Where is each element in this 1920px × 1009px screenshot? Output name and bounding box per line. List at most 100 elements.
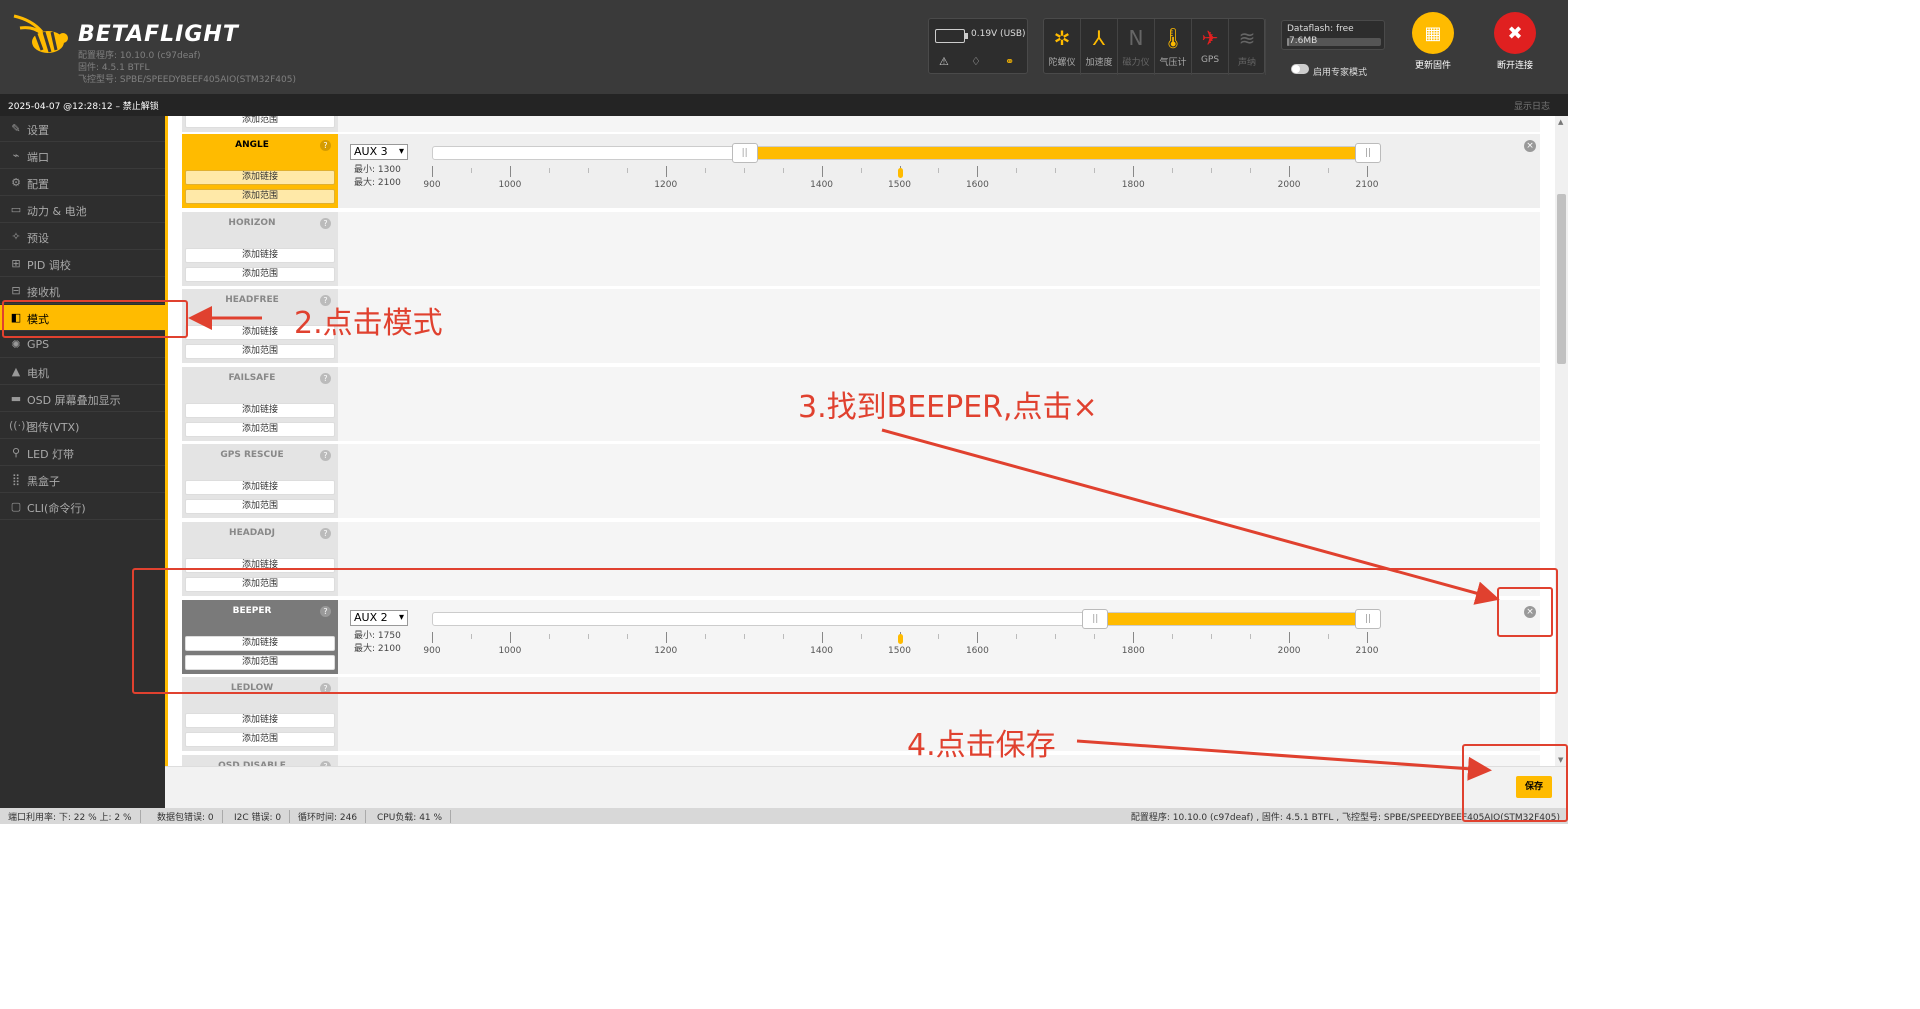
range-min-value: 1300: [377, 165, 401, 175]
tick-mark: [509, 166, 511, 177]
sidebar-item-2[interactable]: ⚙ 配置: [0, 170, 165, 196]
chip-icon: ▦: [1412, 12, 1454, 54]
tick-mark: [1055, 168, 1057, 173]
sidebar-item-5[interactable]: ⊞ PID 调校: [0, 251, 165, 277]
aux-channel-select[interactable]: AUX 3: [350, 144, 408, 160]
battery-status: 0.19V (USB) ⚠ ♢ ⚭: [928, 18, 1028, 74]
config-version: 配置程序: 10.10.0 (c97deaf): [78, 51, 201, 61]
channel-position-marker: [897, 168, 903, 178]
tick-mark: [626, 168, 628, 173]
firmware-version: 固件: 4.5.1 BTFL: [78, 63, 150, 73]
i2c-errors: I2C 错误: 0: [226, 810, 291, 823]
tick-mark: [1016, 168, 1018, 173]
sidebar-item-4[interactable]: ✧ 预设: [0, 224, 165, 250]
add-link-button[interactable]: 添加链接: [185, 247, 335, 263]
sidebar-item-label: PID 调校: [27, 259, 71, 272]
add-link-button[interactable]: 添加链接: [185, 402, 335, 418]
range-max-value: 2100: [377, 178, 401, 188]
scroll-up-icon[interactable]: ▲: [1558, 118, 1563, 126]
battery-icon: ▭: [10, 203, 22, 216]
add-link-button[interactable]: 添加链接: [185, 170, 335, 185]
tick-label: 1500: [888, 180, 911, 190]
log-bar: 2025-04-07 @12:28:12 – 禁止解锁 显示日志: [0, 94, 1568, 116]
tick-mark: [1172, 168, 1174, 173]
tick-label: 1000: [498, 180, 522, 190]
sidebar-item-3[interactable]: ▭ 动力 & 电池: [0, 197, 165, 223]
battery-voltage: 0.19V (USB): [971, 29, 1026, 39]
osd-icon: ▬: [10, 392, 22, 405]
cycle-time: 循环时间: 246: [290, 810, 367, 823]
version-info: 配置程序: 10.10.0 (c97deaf) 固件: 4.5.1 BTFL 飞…: [78, 50, 296, 86]
wrench-icon: ✎: [11, 122, 21, 135]
usb-disconnect-icon: ✖: [1494, 12, 1536, 54]
sidebar-item-label: 配置: [27, 178, 49, 191]
help-icon[interactable]: ?: [320, 217, 331, 229]
tick-mark: [743, 168, 745, 173]
dataflash-label: Dataflash: free: [1287, 24, 1354, 34]
disconnect-button[interactable]: ✖ 断开连接: [1485, 12, 1545, 71]
sidebar-item-label: OSD 屏幕叠加显示: [27, 394, 121, 407]
sensor-barometer: 🌡 气压计: [1155, 19, 1192, 75]
battery-icon: [935, 29, 968, 43]
add-range-button[interactable]: 添加范围: [185, 344, 335, 360]
add-range-button[interactable]: 添加范围: [185, 189, 335, 204]
sidebar-item-1[interactable]: ⌁ 端口: [0, 143, 165, 169]
sonar-icon: ≋: [1238, 26, 1256, 50]
range-min-handle[interactable]: ||: [731, 143, 758, 163]
annotation-box-remove: [1497, 587, 1553, 637]
expert-mode-toggle[interactable]: [1291, 64, 1309, 74]
min-label: 最小:: [354, 165, 376, 175]
update-firmware-button[interactable]: ▦ 更新固件: [1403, 12, 1463, 71]
add-range-button[interactable]: 添加范围: [185, 499, 335, 515]
help-icon[interactable]: ?: [320, 140, 331, 151]
warning-icon: ⚠: [939, 55, 949, 68]
sidebar-item-12[interactable]: ⚲ LED 灯带: [0, 440, 165, 466]
tick-mark: [1094, 168, 1096, 173]
help-icon[interactable]: ?: [320, 450, 331, 462]
sidebar: ✎ 设置 ⌁ 端口 ⚙ 配置 ▭ 动力 & 电池 ✧ 预设 ⊞ PID 调校 ⊟…: [0, 116, 165, 808]
sidebar-item-label: 图传(VTX): [27, 421, 80, 434]
mode-header: HORIZON ? 添加链接 添加范围: [182, 211, 338, 286]
range-max-handle[interactable]: ||: [1355, 143, 1381, 163]
motor-icon: ▲: [11, 365, 21, 378]
help-icon[interactable]: ?: [320, 528, 331, 539]
show-log-link[interactable]: 显示日志: [1514, 99, 1550, 112]
mode-row-osd-disable: OSD DISABLE ? 添加链接 添加范围: [182, 754, 1540, 766]
add-range-button[interactable]: 添加范围: [185, 421, 335, 437]
sidebar-item-14[interactable]: ▢ CLI(命令行): [0, 494, 165, 520]
tick-label: 2100: [1355, 180, 1379, 190]
scrollbar-thumb[interactable]: [1557, 194, 1566, 364]
cpu-load: CPU负载: 41 %: [369, 810, 452, 823]
remove-range-button[interactable]: ×: [1524, 140, 1536, 152]
help-icon[interactable]: ?: [320, 372, 331, 384]
mode-header: GPS RESCUE ? 添加链接 添加范围: [182, 444, 338, 519]
sidebar-item-13[interactable]: ⣿ 黑盒子: [0, 467, 165, 493]
barometer-icon: 🌡: [1160, 26, 1186, 50]
add-link-button[interactable]: 添加链接: [185, 480, 335, 496]
add-range-button[interactable]: 添加范围: [185, 266, 335, 282]
sidebar-item-10[interactable]: ▬ OSD 屏幕叠加显示: [0, 386, 165, 412]
sidebar-item-label: 黑盒子: [27, 475, 60, 488]
mode-header: FAILSAFE ? 添加链接 添加范围: [182, 366, 338, 441]
range-slider-track[interactable]: || ||: [432, 143, 1381, 163]
tick-label: 1400: [810, 180, 834, 190]
gyro-icon: ✲: [1053, 26, 1071, 50]
magic-icon: ✧: [11, 230, 21, 243]
link-icon: ⚭: [1005, 55, 1015, 68]
tick-mark: [1367, 166, 1368, 177]
sidebar-item-0[interactable]: ✎ 设置: [0, 116, 165, 142]
mode-header: ANGLE ? 添加链接 添加范围: [182, 134, 338, 208]
add-range-button[interactable]: 添加范围: [185, 732, 335, 748]
disconnect-label: 断开连接: [1496, 61, 1533, 71]
mode-row-previous: 添加范围: [182, 116, 1540, 132]
packet-errors: 数据包错误: 0: [149, 810, 223, 823]
tick-mark: [1289, 166, 1291, 177]
sidebar-item-11[interactable]: ((·)) 图传(VTX): [0, 413, 165, 439]
tick-label: 900: [423, 180, 441, 190]
annotation-box-beeper: [132, 568, 1558, 694]
add-link-button[interactable]: 添加链接: [185, 713, 335, 729]
led-icon: ⚲: [11, 446, 21, 459]
tick-mark: [1250, 168, 1252, 173]
sidebar-item-9[interactable]: ▲ 电机: [0, 359, 165, 385]
add-range-button[interactable]: 添加范围: [185, 116, 335, 128]
